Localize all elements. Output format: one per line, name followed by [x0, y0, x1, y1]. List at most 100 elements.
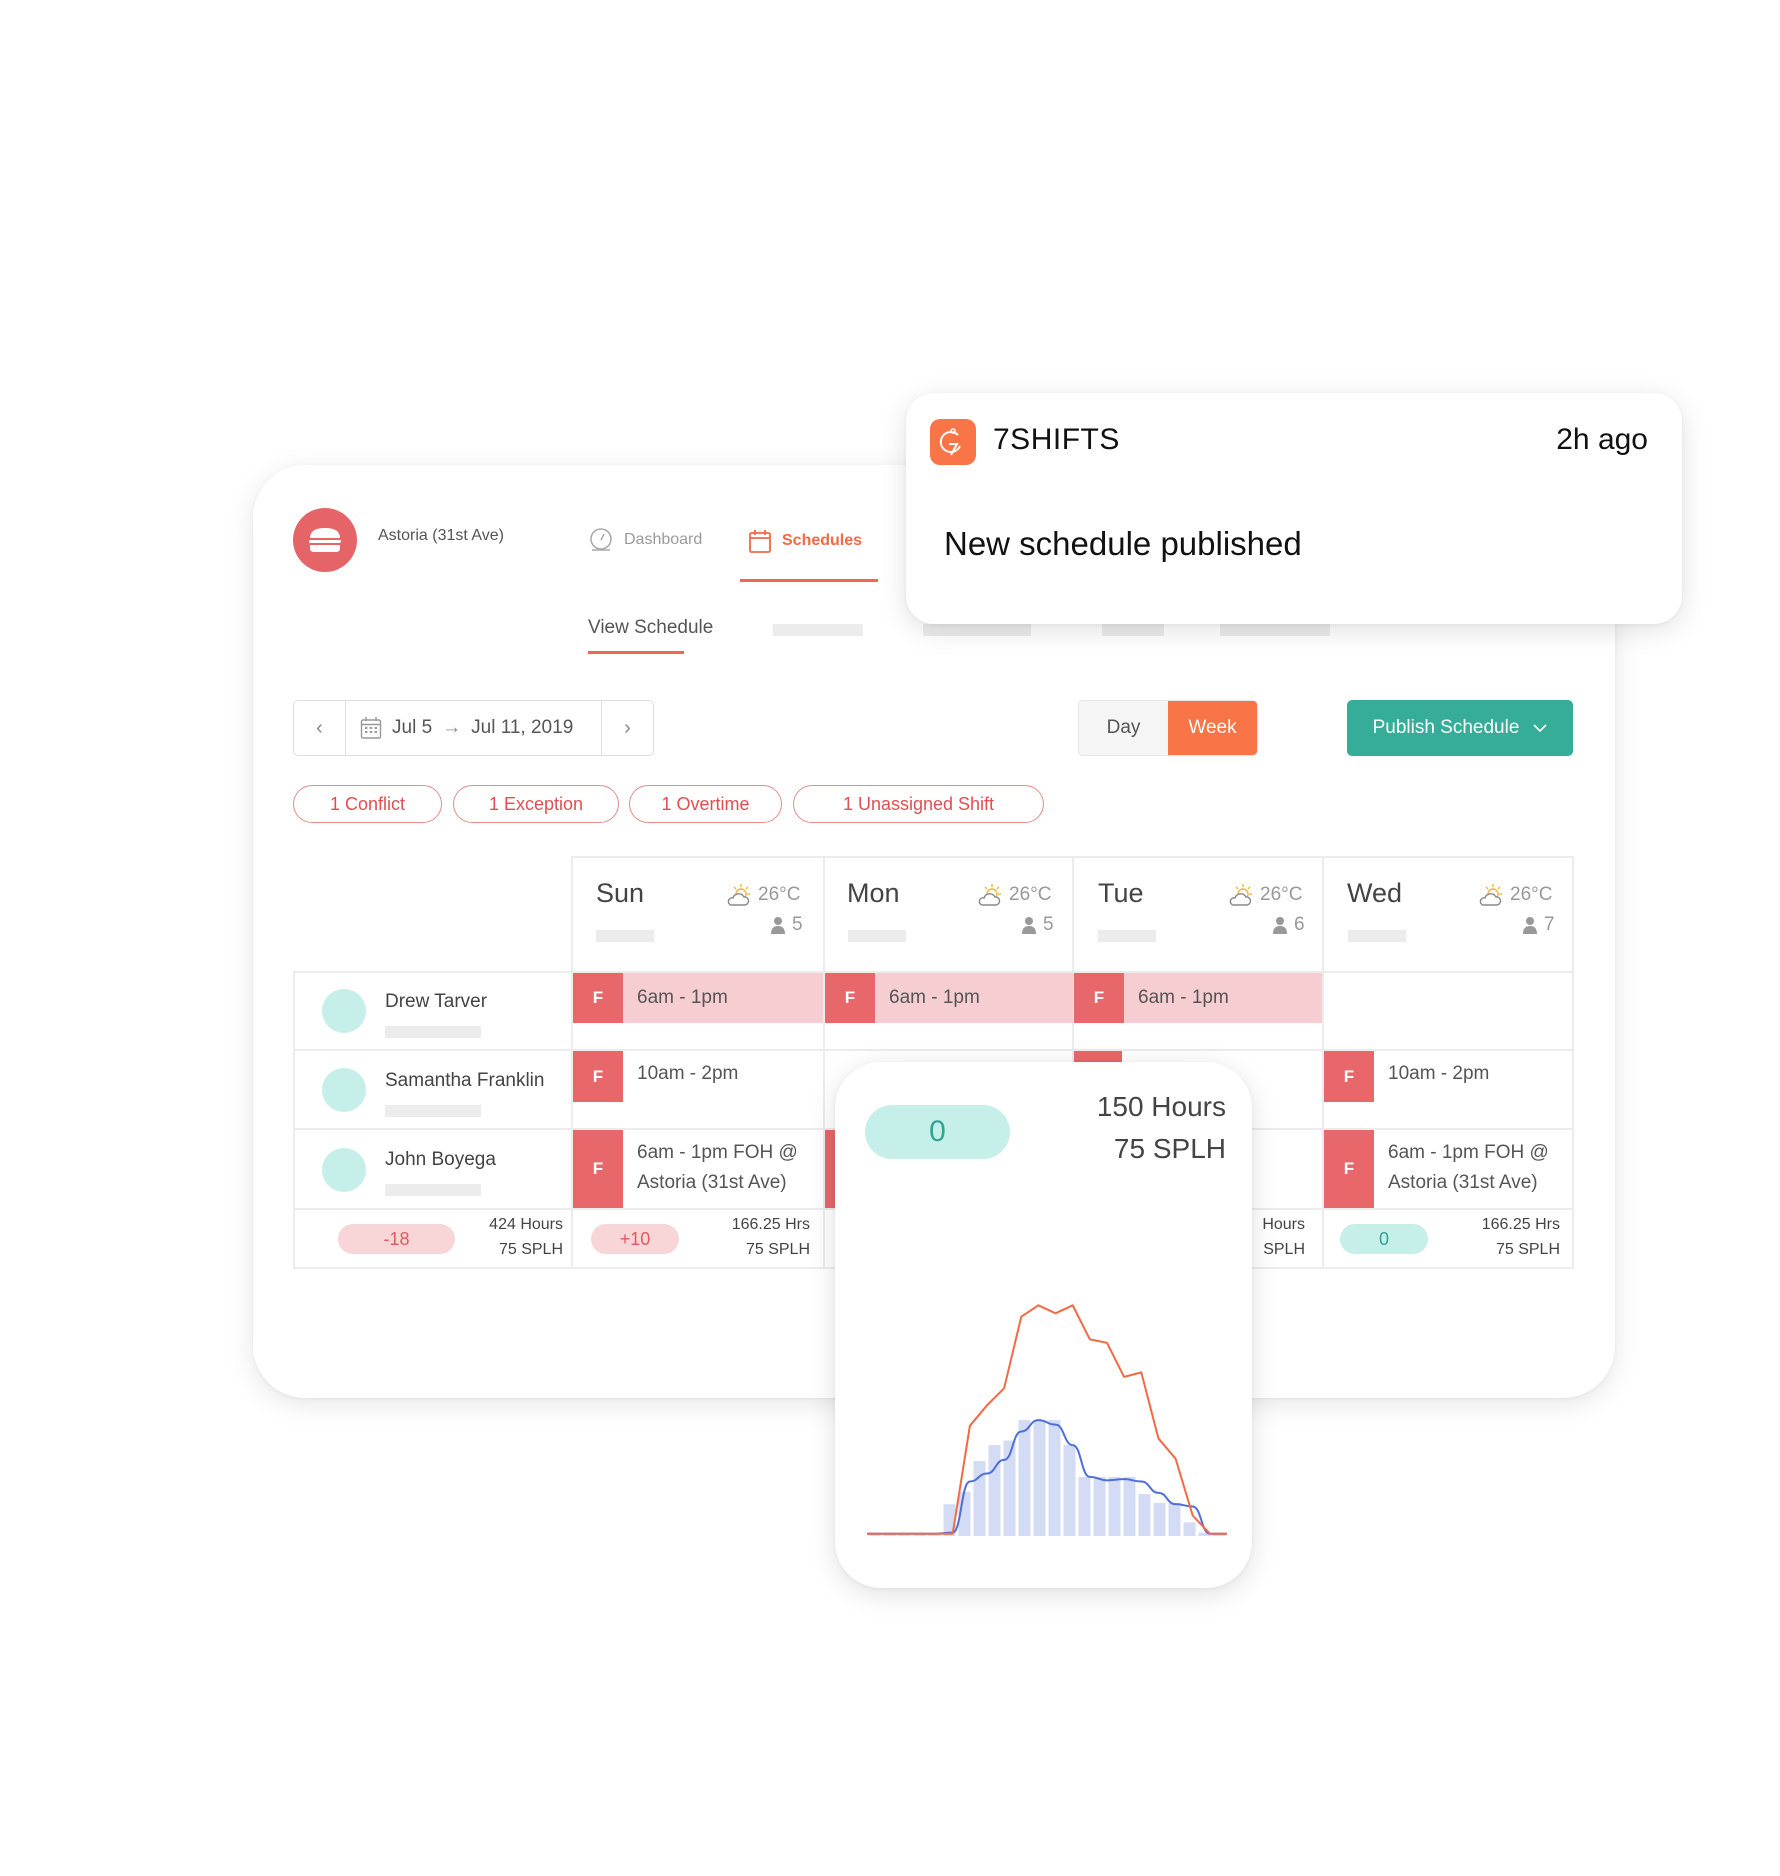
- footer-stats: 166.25 Hrs 75 SPLH: [690, 1212, 810, 1262]
- staff-count: 6: [1272, 914, 1305, 936]
- footer-stats: 166.25 Hrs 75 SPLH: [1440, 1212, 1560, 1262]
- overtime-pill[interactable]: 1 Overtime: [629, 785, 782, 823]
- prev-week-button[interactable]: ‹: [294, 701, 346, 755]
- chart-bar: [1108, 1476, 1121, 1536]
- active-subnav-indicator: [588, 651, 684, 654]
- staff-count: 5: [770, 914, 803, 936]
- chevron-down-icon: [1533, 723, 1547, 732]
- shift-block[interactable]: F 6am - 1pm: [573, 973, 823, 1023]
- nav-dashboard[interactable]: Dashboard: [588, 528, 702, 552]
- shift-time: 6am - 1pm: [623, 973, 823, 1023]
- shift-block[interactable]: F 10am - 2pm: [1324, 1051, 1572, 1102]
- weather: 26°C: [726, 883, 800, 907]
- day-name: Tue: [1098, 878, 1144, 908]
- weather: 26°C: [977, 883, 1051, 907]
- employee-name: Samantha Franklin: [385, 1070, 545, 1091]
- partly-cloudy-icon: [1228, 883, 1256, 907]
- chart-bar: [973, 1461, 986, 1536]
- conflict-pill[interactable]: 1 Conflict: [293, 785, 442, 823]
- avatar: [322, 1068, 366, 1112]
- nav-schedules-label: Schedules: [782, 532, 863, 549]
- location-name[interactable]: Astoria (31st Ave): [378, 527, 504, 545]
- date-range-picker: ‹ Jul 5 → Jul 11, 2019 ›: [293, 700, 654, 756]
- splh-total: 75 SPLH: [498, 1241, 563, 1258]
- labor-variance-badge: 0: [1340, 1224, 1428, 1254]
- avatar: [322, 1148, 366, 1192]
- person-icon: [1021, 916, 1037, 934]
- shift-role-tag: F: [825, 973, 875, 1023]
- exception-pill[interactable]: 1 Exception: [453, 785, 619, 823]
- employee-role-placeholder: [385, 1184, 481, 1196]
- subnav-placeholder: [773, 624, 863, 636]
- day-date-placeholder: [596, 930, 654, 942]
- person-icon: [770, 916, 786, 934]
- staff-count-value: 5: [792, 914, 803, 935]
- partly-cloudy-icon: [1478, 883, 1506, 907]
- chart-bar: [1093, 1476, 1106, 1536]
- shift-role-tag: F: [1324, 1130, 1374, 1208]
- day-name: Sun: [596, 878, 645, 908]
- splh-total: 75 SPLH: [745, 1241, 810, 1258]
- subnav-view-schedule[interactable]: View Schedule: [588, 617, 713, 639]
- shift-role-tag: F: [573, 973, 623, 1023]
- employee-name: John Boyega: [385, 1149, 496, 1170]
- temperature: 26°C: [758, 884, 801, 905]
- day-date-placeholder: [1348, 930, 1406, 942]
- shift-time: 6am - 1pm FOH @ Astoria (31st Ave): [1388, 1142, 1549, 1193]
- weather: 26°C: [1228, 883, 1302, 907]
- day-date-placeholder: [848, 930, 906, 942]
- gauge-icon: [590, 528, 612, 551]
- shift-block[interactable]: F 6am - 1pm: [1074, 973, 1322, 1023]
- shift-time: 6am - 1pm: [875, 973, 1073, 1023]
- shift-block[interactable]: F 6am - 1pm FOH @ Astoria (31st Ave): [1324, 1130, 1572, 1208]
- app-icon: [930, 419, 976, 465]
- shift-block[interactable]: F 10am - 2pm: [573, 1051, 823, 1102]
- shift-block[interactable]: F 6am - 1pm FOH @ Astoria (31st Ave): [573, 1130, 823, 1208]
- notification-time: 2h ago: [1556, 423, 1648, 456]
- notification-message: New schedule published: [944, 525, 1302, 562]
- partly-cloudy-icon: [726, 883, 754, 907]
- next-week-button[interactable]: ›: [601, 701, 653, 755]
- arrow-right-icon: →: [442, 717, 462, 738]
- view-toggle: Day Week: [1078, 700, 1258, 756]
- date-range[interactable]: Jul 5 → Jul 11, 2019: [346, 701, 601, 755]
- footer-stats: 424 Hours 75 SPLH: [450, 1212, 563, 1262]
- labor-chart-card: 0 150 Hours 75 SPLH: [835, 1062, 1252, 1588]
- partly-cloudy-icon: [977, 883, 1005, 907]
- publish-schedule-button[interactable]: Publish Schedule: [1347, 700, 1573, 756]
- splh-total: 75 SPLH: [1495, 1241, 1560, 1258]
- labor-variance-badge: +10: [591, 1224, 679, 1254]
- location-logo[interactable]: [293, 508, 357, 572]
- temperature: 26°C: [1510, 884, 1553, 905]
- chart-bar: [1018, 1420, 1031, 1536]
- shift-time: 10am - 2pm: [1388, 1063, 1490, 1084]
- nav-schedules[interactable]: Schedules: [748, 528, 862, 554]
- staff-count: 5: [1021, 914, 1054, 936]
- person-icon: [1272, 916, 1288, 934]
- chart-bar: [1153, 1503, 1166, 1536]
- date-range-end: Jul 11, 2019: [471, 717, 574, 738]
- push-notification[interactable]: 7SHIFTS 2h ago New schedule published: [906, 393, 1682, 624]
- subnav-placeholder: [1220, 624, 1330, 636]
- employee-role-placeholder: [385, 1026, 481, 1038]
- unassigned-shift-pill[interactable]: 1 Unassigned Shift: [793, 785, 1044, 823]
- hours-total: 166.25 Hrs: [731, 1216, 810, 1233]
- chart-bar: [1048, 1420, 1061, 1536]
- shift-time: 10am - 2pm: [637, 1063, 739, 1084]
- chart-bar: [1183, 1522, 1196, 1536]
- shift-time: 6am - 1pm FOH @ Astoria (31st Ave): [637, 1142, 798, 1193]
- chart-bar: [988, 1445, 1001, 1536]
- employee-role-placeholder: [385, 1105, 481, 1117]
- calendar-icon: [749, 530, 771, 553]
- shift-block[interactable]: F 6am - 1pm: [825, 973, 1073, 1023]
- labor-variance-badge: -18: [338, 1224, 455, 1254]
- shift-role-tag: F: [573, 1130, 623, 1208]
- avatar: [322, 989, 366, 1033]
- grid-divider: [293, 971, 295, 1269]
- chart-bar: [1168, 1503, 1181, 1536]
- chevron-right-icon: ›: [624, 716, 631, 739]
- week-view-button[interactable]: Week: [1168, 701, 1257, 755]
- publish-schedule-label: Publish Schedule: [1372, 717, 1520, 738]
- shift-role-tag: F: [573, 1051, 623, 1102]
- day-view-button[interactable]: Day: [1079, 701, 1168, 755]
